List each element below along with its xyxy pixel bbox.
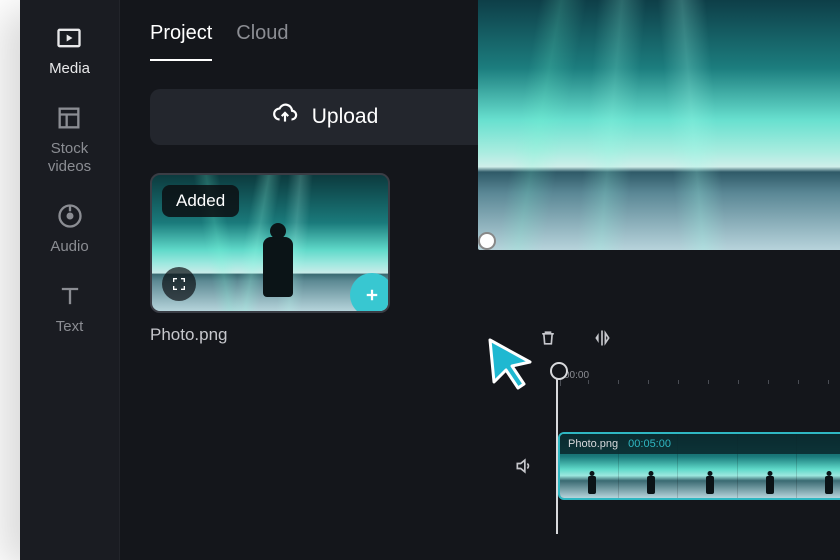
added-badge: Added: [162, 185, 239, 217]
text-icon: [56, 282, 84, 310]
sidebar-item-label: Audio: [50, 238, 88, 256]
tab-project[interactable]: Project: [150, 22, 212, 61]
delete-icon[interactable]: [538, 328, 558, 353]
sidebar-item-media[interactable]: Media: [49, 24, 90, 78]
sidebar-item-label: Text: [56, 318, 84, 336]
mute-icon[interactable]: [514, 456, 534, 481]
upload-button[interactable]: Upload: [150, 89, 500, 145]
preview-canvas[interactable]: [478, 0, 840, 250]
add-to-timeline-button[interactable]: [350, 273, 390, 313]
media-filename: Photo.png: [150, 325, 390, 345]
mirror-icon[interactable]: [592, 328, 612, 353]
timeline-ruler[interactable]: 00:00 00:03: [548, 370, 840, 394]
media-panel: Project Cloud Upload Added Photo.png: [120, 0, 530, 560]
panel-tabs: Project Cloud: [120, 0, 530, 61]
media-thumbnail: Added: [150, 173, 390, 313]
resize-handle-icon[interactable]: [480, 234, 494, 248]
sidebar-item-label: Media: [49, 60, 90, 78]
upload-label: Upload: [312, 105, 379, 129]
cloud-upload-icon: [272, 101, 298, 133]
clip-filename: Photo.png: [568, 438, 618, 450]
layout-icon: [55, 104, 83, 132]
tab-cloud[interactable]: Cloud: [236, 22, 288, 61]
fullscreen-icon[interactable]: [162, 267, 196, 301]
audio-icon: [56, 202, 84, 230]
timeline: 00:00 00:03 Photo.png 00:05:00: [478, 250, 840, 560]
media-icon: [55, 24, 83, 52]
timeline-clip[interactable]: Photo.png 00:05:00: [558, 432, 840, 500]
sidebar-item-audio[interactable]: Audio: [50, 202, 88, 256]
media-item[interactable]: Added Photo.png: [150, 173, 390, 345]
sidebar-item-stock-videos[interactable]: Stock videos: [48, 104, 91, 176]
clip-duration: 00:05:00: [628, 438, 671, 450]
sidebar-item-label: Stock videos: [48, 140, 91, 176]
sidebar-item-text[interactable]: Text: [56, 282, 84, 336]
playhead[interactable]: [556, 364, 558, 534]
sidebar: Media Stock videos Audio Text: [20, 0, 120, 560]
